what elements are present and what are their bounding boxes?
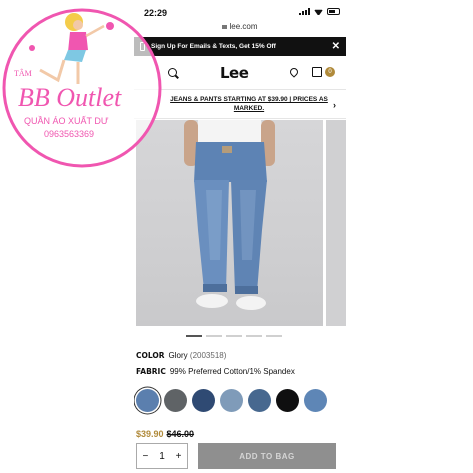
fabric-spec: FABRIC 99% Preferred Cotton/1% Spandex — [136, 367, 295, 376]
color-swatch[interactable] — [164, 389, 187, 412]
bb-outlet-watermark: TÂM BB Outlet QUẦN ÁO XUẤT DƯ 0963563369 — [2, 8, 162, 168]
price: $39.90 $46.00 — [136, 429, 194, 439]
color-swatch[interactable] — [220, 389, 243, 412]
pagination-dot[interactable] — [186, 335, 202, 337]
fabric-value: 99% Preferred Cotton/1% Spandex — [169, 367, 295, 376]
color-swatch[interactable] — [192, 389, 215, 412]
color-swatch[interactable] — [276, 389, 299, 412]
lee-logo[interactable]: Lee — [220, 64, 249, 82]
pagination-dot[interactable] — [206, 335, 222, 337]
cart-count-badge: 0 — [325, 67, 335, 77]
watermark-brand: BB Outlet — [18, 83, 122, 112]
color-code: (2003518) — [189, 351, 227, 360]
pagination-dot[interactable] — [266, 335, 282, 337]
color-label: COLOR — [136, 351, 165, 360]
original-price: $46.00 — [166, 429, 195, 439]
gallery-pagination[interactable] — [186, 335, 282, 337]
store-locator-icon[interactable] — [288, 66, 300, 78]
color-swatch[interactable] — [136, 389, 159, 412]
wifi-icon — [314, 8, 323, 15]
watermark-phone: 0963563369 — [44, 129, 94, 139]
next-product-image-peek[interactable] — [326, 120, 346, 326]
increase-quantity-button[interactable]: + — [176, 451, 182, 462]
color-name: Glory — [168, 351, 188, 360]
announcement-text[interactable]: JEANS & PANTS STARTING AT $39.90 | PRICE… — [162, 96, 336, 113]
system-icons — [299, 8, 340, 15]
lock-icon — [222, 24, 228, 29]
url-text: lee.com — [229, 22, 258, 31]
color-swatch[interactable] — [304, 389, 327, 412]
chevron-right-icon[interactable]: › — [333, 100, 336, 112]
battery-icon — [327, 8, 340, 15]
quantity-value[interactable]: 1 — [159, 451, 165, 462]
watermark-tagline: QUẦN ÁO XUẤT DƯ — [24, 116, 109, 126]
pagination-dot[interactable] — [226, 335, 242, 337]
color-spec: COLOR Glory (2003518) — [136, 351, 226, 360]
decrease-quantity-button[interactable]: − — [142, 451, 148, 462]
watermark-arc-text: TÂM — [14, 68, 32, 78]
color-swatch[interactable] — [248, 389, 271, 412]
sale-price: $39.90 — [136, 429, 164, 439]
close-icon[interactable]: ✕ — [332, 41, 340, 52]
shopping-bag-icon[interactable] — [312, 67, 322, 77]
quantity-stepper: − 1 + — [136, 443, 188, 469]
pagination-dot[interactable] — [246, 335, 262, 337]
signal-icon — [299, 8, 310, 15]
add-to-bag-button[interactable]: ADD TO BAG — [198, 443, 336, 469]
color-swatches — [136, 389, 327, 412]
fabric-label: FABRIC — [136, 367, 166, 376]
